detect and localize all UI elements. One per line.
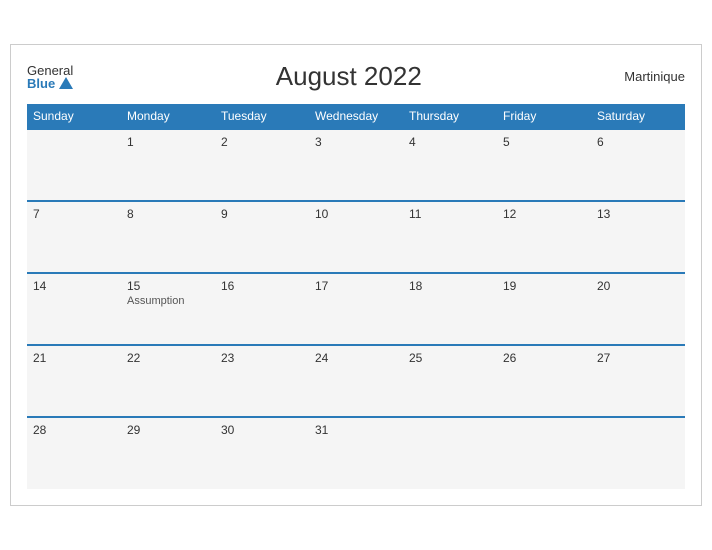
day-number: 20	[597, 279, 679, 293]
day-number: 4	[409, 135, 491, 149]
calendar-cell: 31	[309, 417, 403, 489]
day-number: 24	[315, 351, 397, 365]
calendar-cell: 16	[215, 273, 309, 345]
calendar-cell: 26	[497, 345, 591, 417]
calendar-cell: 2	[215, 129, 309, 201]
calendar-cell: 8	[121, 201, 215, 273]
calendar-week-row: 789 10 11 12 13	[27, 201, 685, 273]
calendar-cell	[403, 417, 497, 489]
day-number: 8	[127, 207, 209, 221]
calendar-cell: 30	[215, 417, 309, 489]
calendar-week-row: 14 15 Assumption 16 17 18 19 20	[27, 273, 685, 345]
day-number: 25	[409, 351, 491, 365]
day-number: 6	[597, 135, 679, 149]
day-number: 11	[409, 207, 491, 221]
calendar-cell: 27	[591, 345, 685, 417]
logo-blue-text: Blue	[27, 77, 73, 90]
day-number: 18	[409, 279, 491, 293]
day-number: 14	[33, 279, 115, 293]
day-number: 30	[221, 423, 303, 437]
calendar-cell: 20	[591, 273, 685, 345]
calendar-cell: 18	[403, 273, 497, 345]
day-number: 17	[315, 279, 397, 293]
day-number: 29	[127, 423, 209, 437]
day-number: 9	[221, 207, 303, 221]
calendar-grid: SundayMondayTuesdayWednesdayThursdayFrid…	[27, 104, 685, 489]
calendar-cell: 28	[27, 417, 121, 489]
calendar-cell: 22	[121, 345, 215, 417]
calendar-cell: 17	[309, 273, 403, 345]
calendar-cell: 12	[497, 201, 591, 273]
calendar-cell	[497, 417, 591, 489]
calendar-cell: 1	[121, 129, 215, 201]
day-number: 15	[127, 279, 209, 293]
logo-triangle-icon	[59, 77, 73, 89]
day-number: 16	[221, 279, 303, 293]
day-number: 22	[127, 351, 209, 365]
day-number: 21	[33, 351, 115, 365]
calendar-week-row: 123456	[27, 129, 685, 201]
day-number: 27	[597, 351, 679, 365]
calendar-cell: 6	[591, 129, 685, 201]
calendar-week-row: 28 29 30 31	[27, 417, 685, 489]
calendar-header: General Blue August 2022 Martinique	[27, 61, 685, 92]
weekday-header-row: SundayMondayTuesdayWednesdayThursdayFrid…	[27, 104, 685, 129]
calendar-cell: 21	[27, 345, 121, 417]
weekday-header-saturday: Saturday	[591, 104, 685, 129]
calendar-cell: 23	[215, 345, 309, 417]
day-number: 23	[221, 351, 303, 365]
day-number: 12	[503, 207, 585, 221]
calendar-cell: 7	[27, 201, 121, 273]
calendar-cell: 29	[121, 417, 215, 489]
weekday-header-sunday: Sunday	[27, 104, 121, 129]
calendar-cell: 3	[309, 129, 403, 201]
calendar-region: Martinique	[624, 69, 685, 84]
calendar-cell: 11	[403, 201, 497, 273]
logo-general-text: General	[27, 64, 73, 77]
calendar-cell	[591, 417, 685, 489]
calendar-cell: 13	[591, 201, 685, 273]
calendar-container: General Blue August 2022 Martinique Sund…	[10, 44, 702, 506]
day-number: 5	[503, 135, 585, 149]
day-event: Assumption	[127, 295, 209, 307]
calendar-cell: 4	[403, 129, 497, 201]
weekday-header-wednesday: Wednesday	[309, 104, 403, 129]
weekday-header-thursday: Thursday	[403, 104, 497, 129]
day-number: 7	[33, 207, 115, 221]
logo: General Blue	[27, 64, 73, 90]
weekday-header-friday: Friday	[497, 104, 591, 129]
calendar-cell	[27, 129, 121, 201]
calendar-cell: 10	[309, 201, 403, 273]
calendar-cell: 24	[309, 345, 403, 417]
weekday-header-monday: Monday	[121, 104, 215, 129]
day-number: 26	[503, 351, 585, 365]
calendar-cell: 14	[27, 273, 121, 345]
calendar-cell: 15 Assumption	[121, 273, 215, 345]
day-number: 28	[33, 423, 115, 437]
day-number: 3	[315, 135, 397, 149]
calendar-cell: 19	[497, 273, 591, 345]
day-number: 13	[597, 207, 679, 221]
calendar-cell: 25	[403, 345, 497, 417]
day-number: 10	[315, 207, 397, 221]
day-number: 2	[221, 135, 303, 149]
calendar-cell: 9	[215, 201, 309, 273]
day-number: 19	[503, 279, 585, 293]
calendar-title: August 2022	[73, 61, 624, 92]
day-number: 1	[127, 135, 209, 149]
calendar-week-row: 21 22 23 24 25 26 27	[27, 345, 685, 417]
weekday-header-tuesday: Tuesday	[215, 104, 309, 129]
day-number: 31	[315, 423, 397, 437]
calendar-cell: 5	[497, 129, 591, 201]
